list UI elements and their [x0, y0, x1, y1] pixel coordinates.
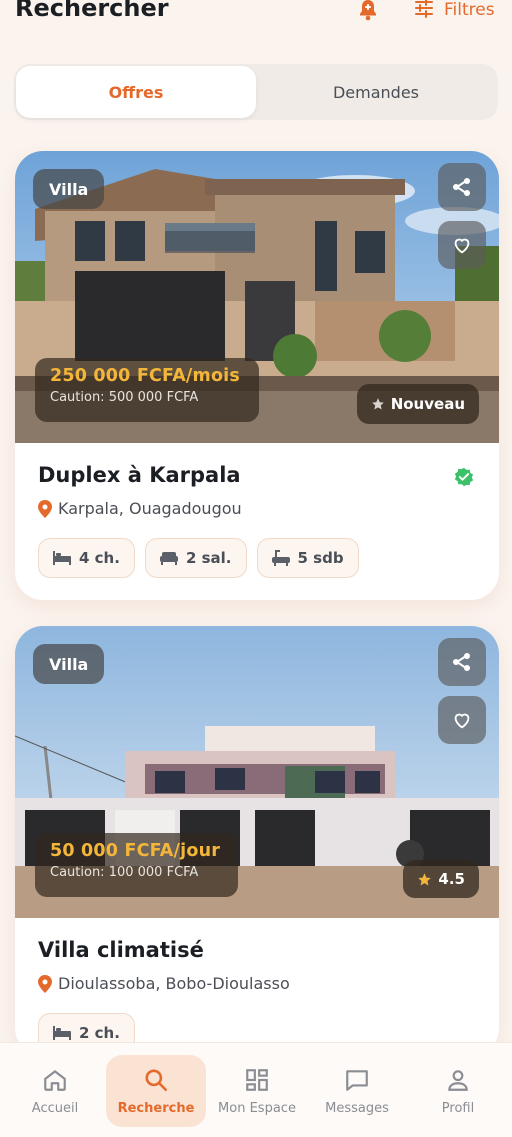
listing-title[interactable]: Duplex à Karpala	[38, 463, 476, 487]
location-pin-icon	[38, 974, 52, 993]
listing-location: Dioulassoba, Bobo-Dioulasso	[38, 974, 476, 993]
bottom-navigation: Accueil Recherche Mon Espace Messages Pr…	[0, 1042, 512, 1137]
listing-card[interactable]: Villa 50 000 FCFA/jour Caution: 100 000 …	[15, 626, 499, 1056]
filters-label: Filtres	[444, 0, 495, 20]
sliders-icon	[414, 0, 434, 23]
rating-badge: 4.5	[403, 860, 479, 898]
nav-profil[interactable]: Profil	[408, 1055, 508, 1127]
search-icon	[145, 1068, 168, 1091]
bed-icon	[53, 551, 71, 565]
share-button[interactable]	[438, 638, 486, 686]
listing-card[interactable]: Villa 250 000 FCFA/mois Caution: 500 000…	[15, 151, 499, 600]
chat-icon	[346, 1069, 368, 1091]
nav-mon-espace[interactable]: Mon Espace	[207, 1055, 307, 1127]
app-header: Rechercher Filtres	[0, 0, 512, 30]
living-rooms-chip: 2 sal.	[144, 538, 247, 578]
verified-check-icon	[454, 467, 474, 491]
listing-photo[interactable]: Villa 50 000 FCFA/jour Caution: 100 000 …	[15, 626, 499, 918]
listing-title[interactable]: Villa climatisé	[38, 938, 476, 962]
location-pin-icon	[38, 499, 52, 518]
favorite-button[interactable]	[438, 221, 486, 269]
property-type-chip: Villa	[33, 644, 105, 684]
location-text: Dioulassoba, Bobo-Dioulasso	[58, 974, 290, 993]
tab-offres[interactable]: Offres	[16, 66, 256, 118]
favorite-button[interactable]	[438, 696, 486, 744]
listing-price: 250 000 FCFA/mois	[50, 366, 240, 386]
share-icon	[453, 653, 470, 671]
listing-location: Karpala, Ouagadougou	[38, 499, 476, 518]
bathrooms-chip: 5 sdb	[256, 538, 359, 578]
heart-icon	[454, 238, 470, 254]
badge-label: Nouveau	[390, 395, 465, 413]
nav-messages[interactable]: Messages	[307, 1055, 407, 1127]
price-box: 250 000 FCFA/mois Caution: 500 000 FCFA	[35, 358, 259, 422]
listing-photo[interactable]: Villa 250 000 FCFA/mois Caution: 500 000…	[15, 151, 499, 443]
location-text: Karpala, Ouagadougou	[58, 499, 242, 518]
listing-deposit: Caution: 500 000 FCFA	[50, 390, 199, 405]
sofa-icon	[159, 552, 178, 565]
heart-icon	[454, 713, 470, 729]
rating-value: 4.5	[438, 870, 465, 888]
page-title: Rechercher	[15, 0, 169, 22]
grid-icon	[246, 1068, 268, 1091]
listing-deposit: Caution: 100 000 FCFA	[50, 865, 199, 880]
bed-icon	[53, 1026, 71, 1040]
filters-button[interactable]: Filtres	[414, 0, 495, 22]
star-icon	[371, 398, 384, 410]
notification-bell-icon[interactable]	[356, 0, 380, 22]
tab-demandes[interactable]: Demandes	[256, 66, 496, 118]
nav-accueil[interactable]: Accueil	[5, 1055, 105, 1127]
home-icon	[44, 1069, 66, 1091]
new-badge: Nouveau	[356, 384, 479, 424]
bedrooms-chip: 4 ch.	[38, 538, 135, 578]
listing-type-tabs: Offres Demandes	[14, 64, 498, 120]
property-type-chip: Villa	[33, 169, 105, 209]
listing-features: 4 ch. 2 sal. 5 sdb	[38, 538, 476, 578]
user-icon	[448, 1069, 468, 1091]
star-icon	[418, 872, 432, 885]
share-button[interactable]	[438, 163, 486, 211]
share-icon	[453, 178, 470, 196]
bathtub-icon	[271, 550, 290, 566]
price-box: 50 000 FCFA/jour Caution: 100 000 FCFA	[35, 833, 238, 897]
listing-price: 50 000 FCFA/jour	[50, 841, 221, 861]
nav-recherche[interactable]: Recherche	[106, 1055, 206, 1127]
